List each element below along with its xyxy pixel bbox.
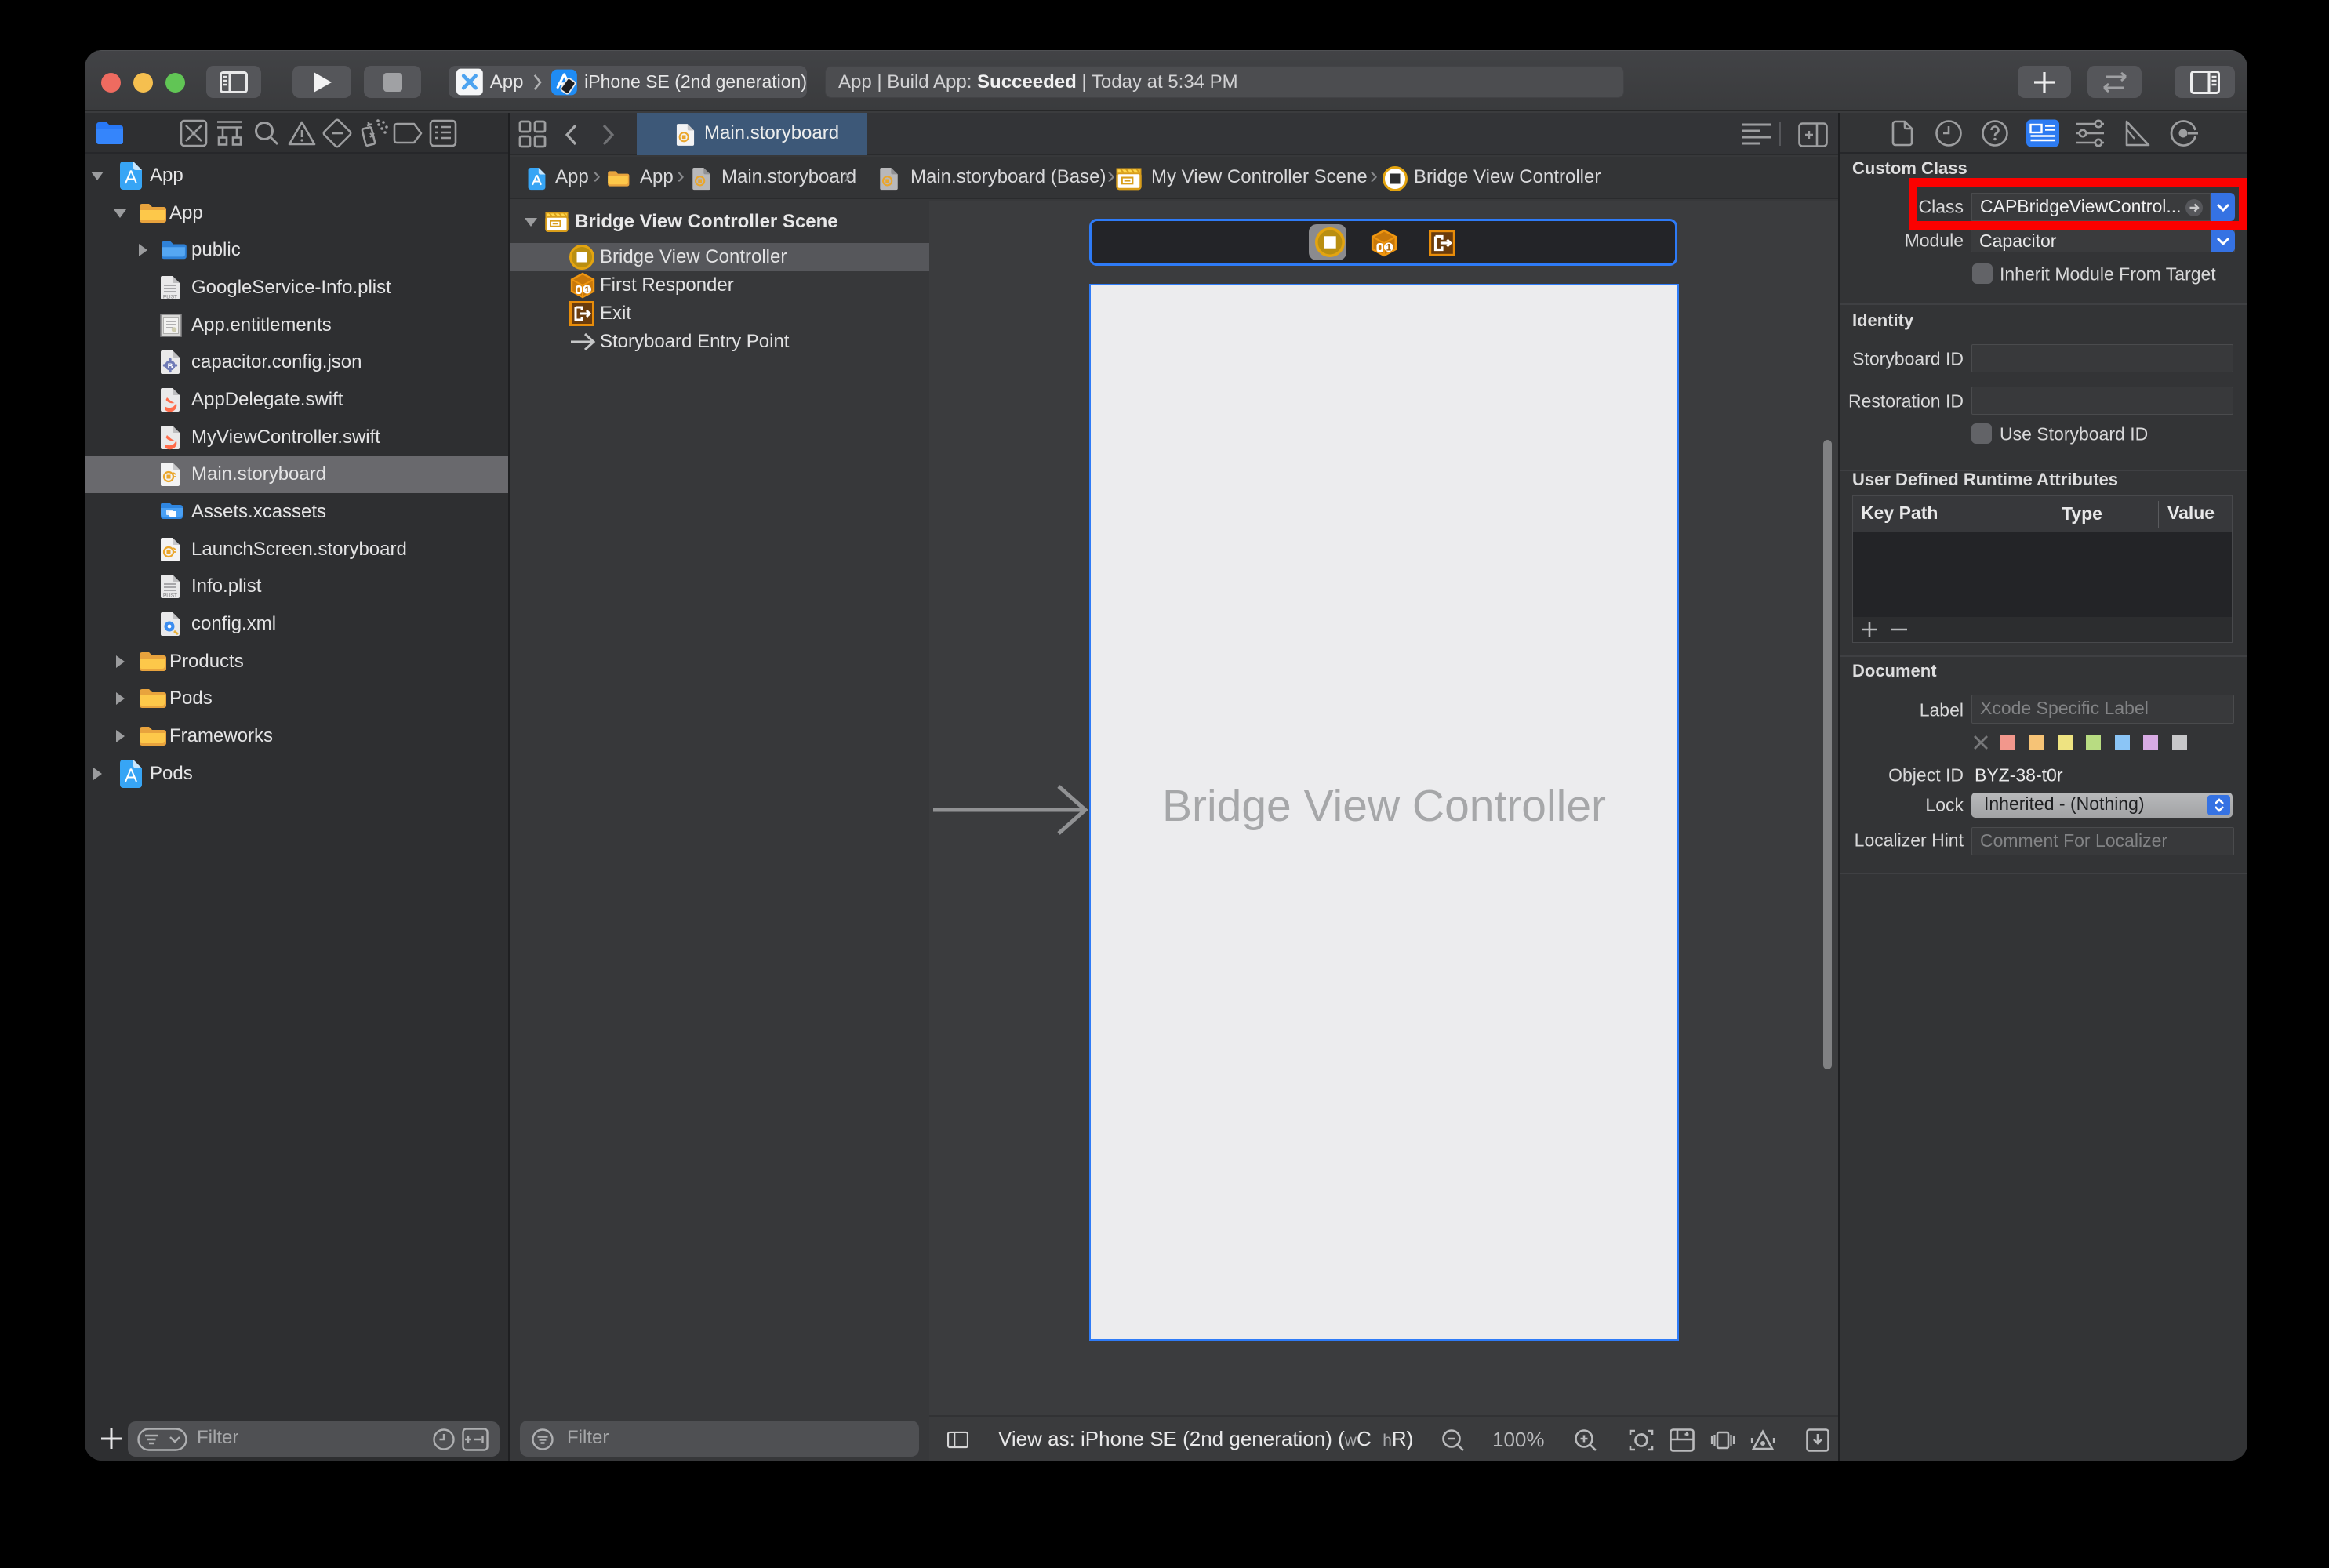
svg-text:1: 1 bbox=[1386, 243, 1392, 253]
svg-text:1: 1 bbox=[584, 285, 589, 295]
svg-text:PLIST: PLIST bbox=[163, 295, 177, 300]
svg-text:PLIST: PLIST bbox=[163, 593, 177, 599]
svg-text:B: B bbox=[168, 362, 173, 371]
